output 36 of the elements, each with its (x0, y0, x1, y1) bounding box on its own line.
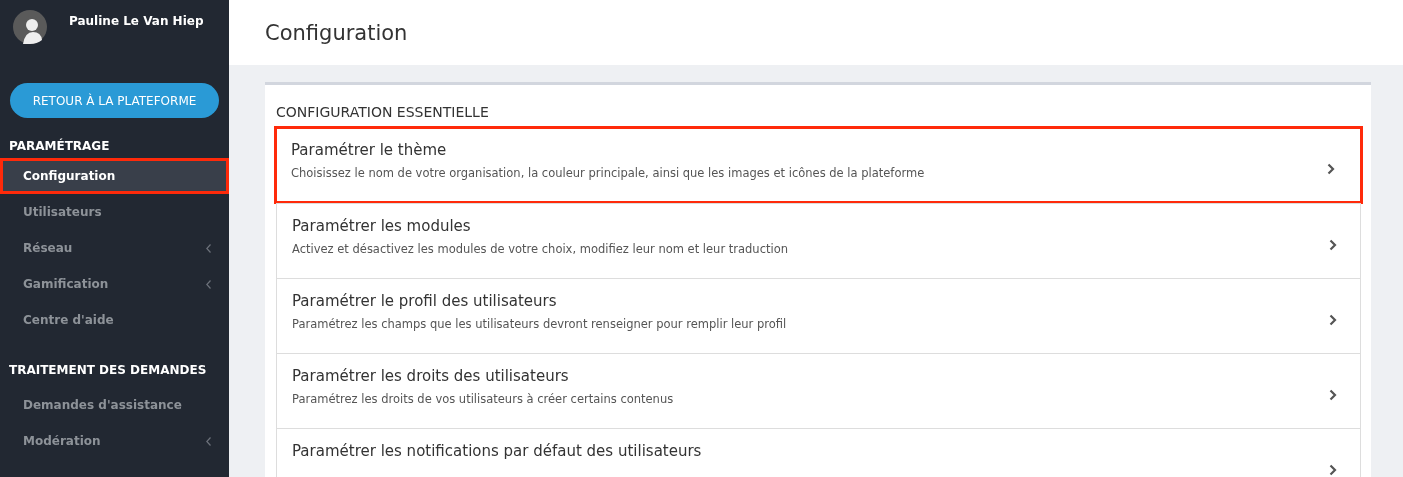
config-row-description: Paramétrez les champs que les utilisateurs devront renseigner pour remplir leur profil (292, 317, 787, 331)
chevron-right-icon (1329, 239, 1337, 251)
chevron-right-icon (1329, 314, 1337, 326)
config-row-title: Paramétrer les notifications par défaut des utilisateurs (292, 442, 702, 460)
sidebar-item[interactable]: Utilisateurs (5, 194, 224, 230)
config-row[interactable]: Paramétrer les modules Activez et désactivez les modules de votre choix, modifiez leur nom et leur traduction (276, 203, 1361, 279)
sidebar-item[interactable]: Réseau (5, 230, 224, 266)
config-row-description: Choisissez le nom de votre organisation, la couleur principale, ainsi que les images et icônes de la plateforme (291, 166, 925, 180)
config-row[interactable]: Paramétrer les notifications par défaut des utilisateurs (276, 428, 1361, 477)
chevron-right-icon (1329, 389, 1337, 401)
config-row-title: Paramétrer le thème (291, 141, 448, 159)
chevron-left-icon (206, 279, 211, 289)
avatar (13, 10, 47, 44)
config-row[interactable]: Paramétrer les droits des utilisateurs Paramétrez les droits de vos utilisateurs à créer certains contenus (276, 353, 1361, 429)
chevron-left-icon (206, 436, 211, 446)
section-title: CONFIGURATION ESSENTIELLE (276, 104, 490, 120)
chevron-right-icon (1329, 464, 1337, 476)
sidebar-item[interactable]: Modération (5, 423, 224, 459)
sidebar-item[interactable]: Gamification (5, 266, 224, 302)
sidebar-item[interactable]: Centre d'aide (5, 302, 224, 338)
sidebar-item[interactable]: Configuration (0, 158, 229, 194)
config-row-description: Paramétrez les droits de vos utilisateurs à créer certains contenus (292, 392, 674, 406)
chevron-left-icon (206, 243, 211, 253)
user-name: Pauline Le Van Hiep (69, 14, 204, 28)
config-row-title: Paramétrer les modules (292, 217, 472, 235)
chevron-right-icon (1327, 163, 1335, 175)
config-row[interactable]: Paramétrer le thème Choisissez le nom de votre organisation, la couleur principale, ainsi que les images et icônes de la plateforme (274, 126, 1363, 204)
sidebar-section-title: PARAMÉTRAGE (8, 137, 111, 155)
sidebar-item[interactable]: Demandes d'assistance (5, 387, 224, 423)
config-row-title: Paramétrer les droits des utilisateurs (292, 367, 570, 385)
config-row-title: Paramétrer le profil des utilisateurs (292, 292, 558, 310)
config-row[interactable]: Paramétrer le profil des utilisateurs Paramétrez les champs que les utilisateurs devront renseigner pour remplir leur profil (276, 278, 1361, 354)
page-title: Configuration (265, 20, 408, 45)
sidebar-section-title: TRAITEMENT DES DEMANDES (8, 362, 208, 379)
config-row-description: Activez et désactivez les modules de votre choix, modifiez leur nom et leur traduction (292, 242, 788, 256)
back-to-platform-button[interactable]: RETOUR À LA PLATEFORME (10, 83, 219, 118)
